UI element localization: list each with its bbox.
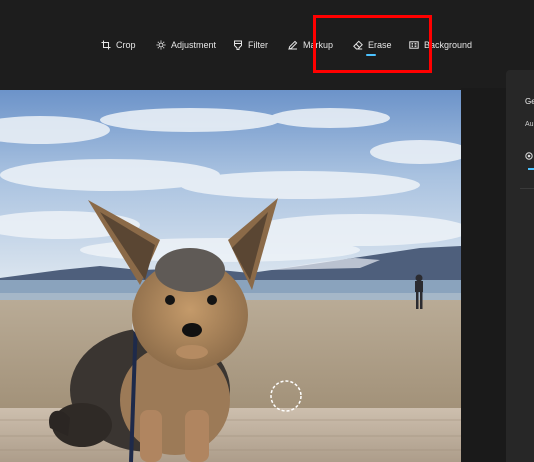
- brightness-icon: [156, 40, 166, 50]
- panel-title: Ge: [525, 97, 534, 106]
- erase-settings-panel: Ge Au: [506, 70, 534, 462]
- erase-highlight-box: [313, 15, 432, 73]
- adjustment-label: Adjustment: [171, 40, 217, 50]
- crop-icon: [101, 40, 111, 50]
- crop-tool[interactable]: Crop: [101, 38, 136, 52]
- canvas-margin: [461, 88, 506, 462]
- filter-tool[interactable]: Filter: [233, 38, 268, 52]
- panel-accent-bar: [528, 168, 534, 170]
- target-icon[interactable]: [525, 147, 533, 160]
- filter-icon: [233, 40, 243, 50]
- filter-label: Filter: [248, 40, 268, 50]
- photo-canvas[interactable]: [0, 90, 461, 462]
- panel-divider: [520, 188, 534, 189]
- editor-toolbar: Crop Adjustment Filter Markup Erase Back…: [0, 0, 534, 88]
- pen-icon: [288, 40, 298, 50]
- photo-image: [0, 90, 461, 462]
- panel-subtitle: Au: [525, 121, 534, 128]
- adjustment-tool[interactable]: Adjustment: [156, 38, 216, 52]
- crop-label: Crop: [116, 40, 136, 50]
